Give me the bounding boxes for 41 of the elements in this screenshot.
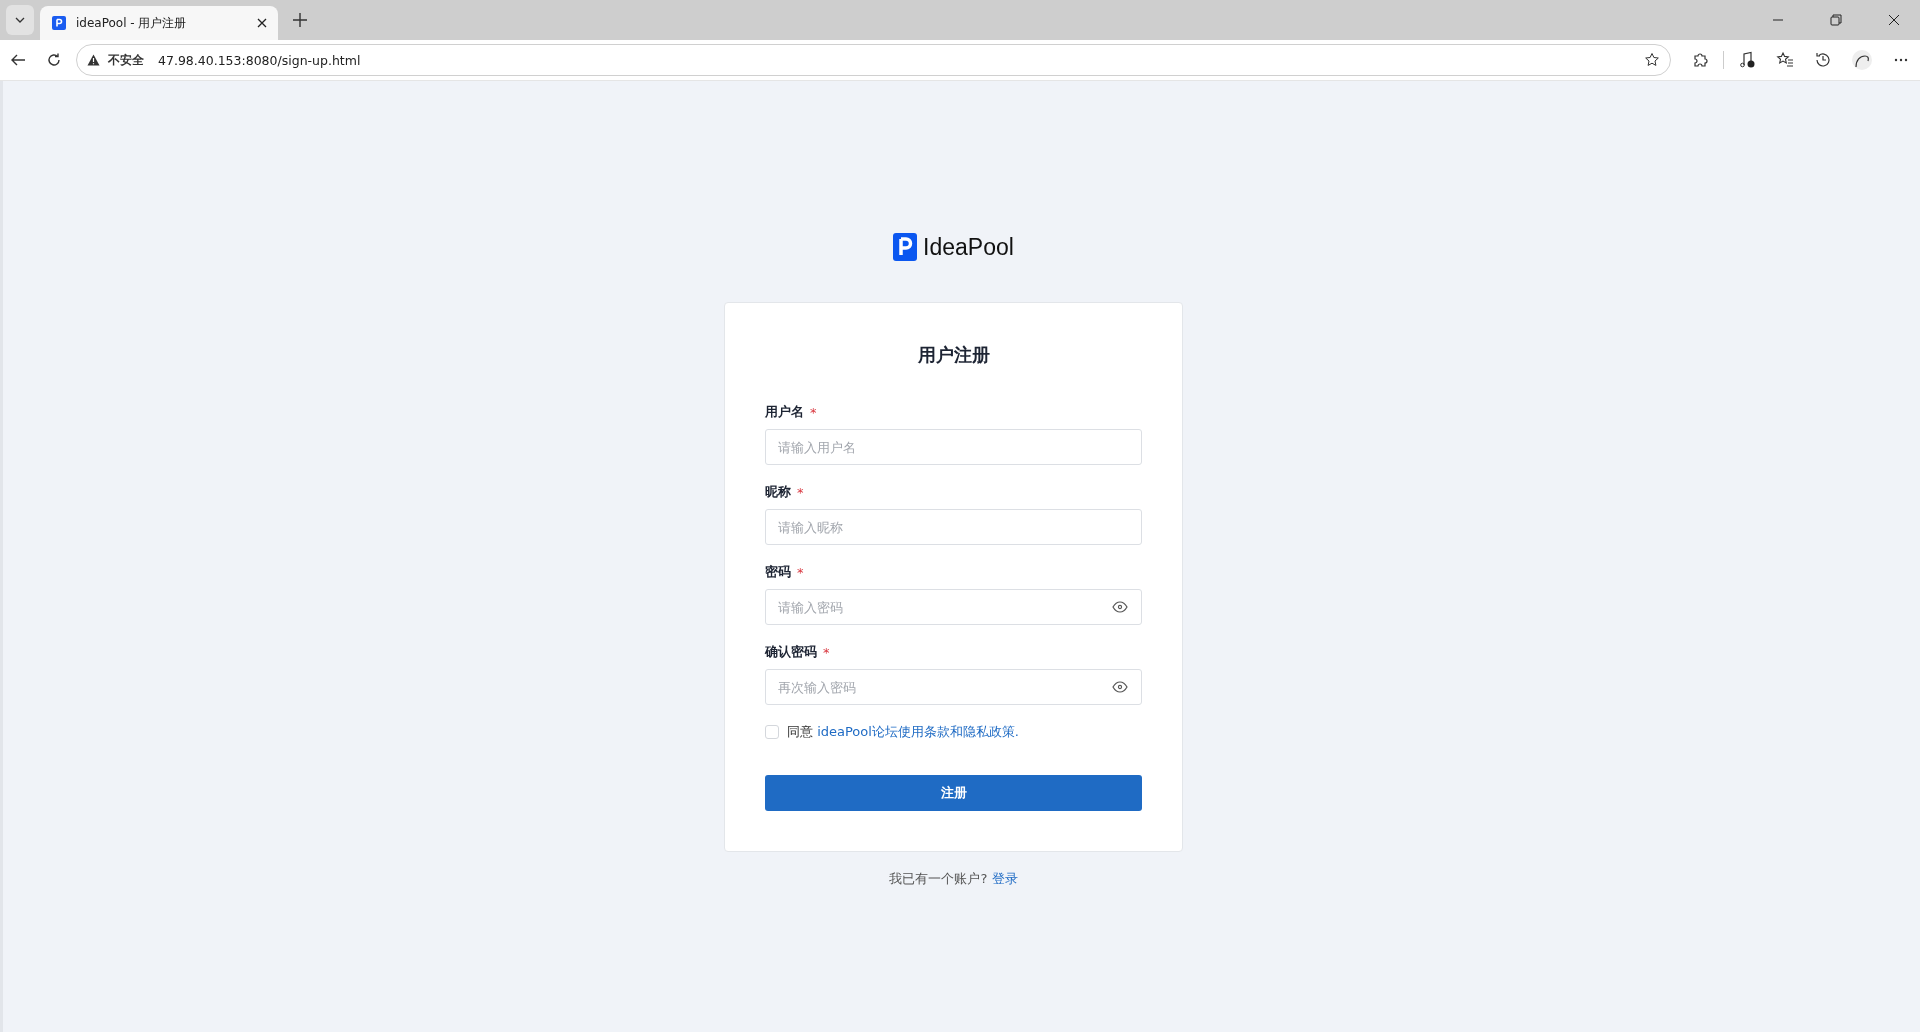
- reload-icon[interactable]: [46, 52, 62, 68]
- profile-icon[interactable]: [1852, 50, 1872, 70]
- tab-title: ideaPool - 用户注册: [76, 14, 188, 32]
- agreement-text: 同意 ideaPool论坛使用条款和隐私政策.: [787, 723, 1019, 741]
- history-icon[interactable]: [1814, 51, 1832, 69]
- logo-icon: [893, 233, 918, 261]
- eye-icon[interactable]: [1112, 681, 1128, 693]
- input-field[interactable]: 请输入用户名: [765, 429, 1142, 465]
- password-field[interactable]: 再次输入密码: [765, 669, 1142, 705]
- music-icon[interactable]: [1738, 51, 1756, 69]
- favicon-icon: [52, 16, 66, 30]
- puzzle-icon[interactable]: [1691, 51, 1709, 69]
- field-label: 确认密码: [765, 643, 817, 661]
- agree-checkbox[interactable]: [765, 725, 779, 739]
- url-text: 47.98.40.153:8080/sign-up.html: [158, 52, 361, 68]
- eye-icon[interactable]: [1112, 601, 1128, 613]
- input-field[interactable]: 请输入昵称: [765, 509, 1142, 545]
- required-mark: *: [810, 404, 817, 420]
- back-icon[interactable]: [10, 52, 26, 68]
- favorites-icon[interactable]: [1776, 51, 1794, 69]
- close-icon[interactable]: [1888, 14, 1900, 26]
- warning-icon: [87, 54, 100, 66]
- password-field[interactable]: 请输入密码: [765, 589, 1142, 625]
- required-mark: *: [797, 564, 804, 580]
- new-tab-icon[interactable]: [292, 12, 308, 28]
- logo-text: IdeaPool: [923, 233, 1014, 261]
- required-mark: *: [823, 644, 830, 660]
- close-icon[interactable]: [256, 17, 268, 29]
- login-prompt: 我已有一个账户? 登录: [889, 870, 1018, 888]
- browser-tab[interactable]: ideaPool - 用户注册: [40, 6, 278, 40]
- field-label: 昵称: [765, 483, 791, 501]
- required-mark: *: [797, 484, 804, 500]
- form-title: 用户注册: [916, 343, 991, 367]
- register-button[interactable]: 注册: [765, 775, 1142, 811]
- star-icon[interactable]: [1644, 52, 1660, 68]
- field-label: 密码: [765, 563, 791, 581]
- login-link[interactable]: 登录: [991, 871, 1018, 886]
- security-label: 不安全: [108, 51, 144, 69]
- field-label: 用户名: [765, 403, 804, 421]
- restore-icon[interactable]: [1830, 14, 1842, 26]
- terms-link[interactable]: ideaPool论坛使用条款和隐私政策.: [817, 724, 1019, 739]
